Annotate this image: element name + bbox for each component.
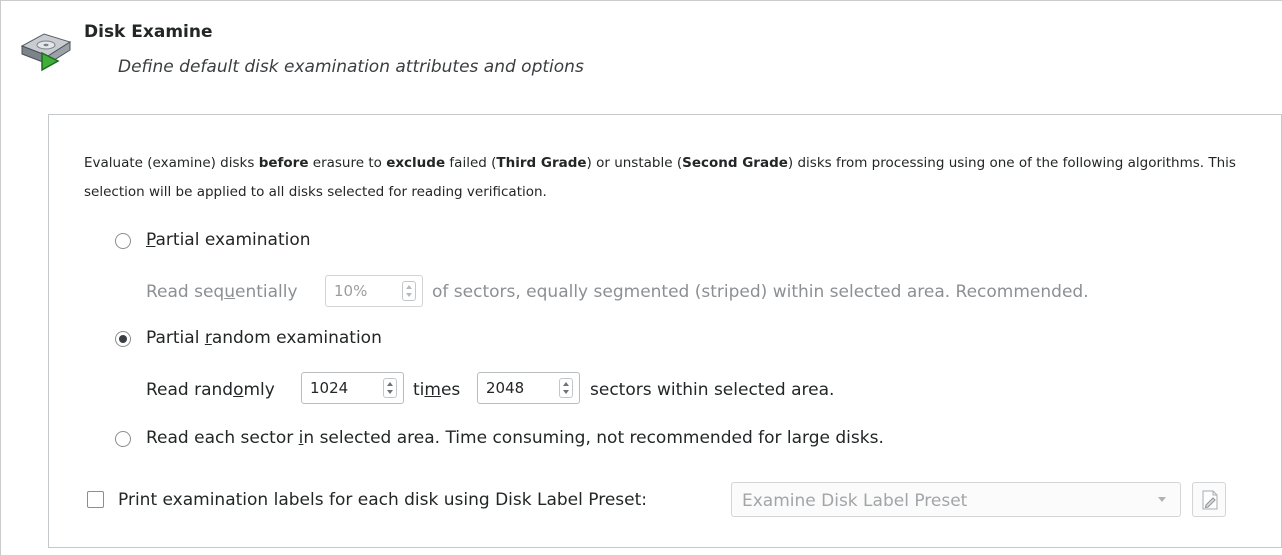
partial-random-examination-label[interactable]: Partial random examination [146,328,382,348]
label-preset-dropdown[interactable]: Examine Disk Label Preset [731,482,1181,517]
random-sectors-spinbox[interactable]: 2048 [477,372,580,404]
random-read-suffix: sectors within selected area. [590,380,835,400]
print-labels-checkbox[interactable] [87,491,104,508]
spin-arrows-icon[interactable] [559,378,573,398]
page-subtitle: Define default disk examination attribut… [118,57,584,77]
disk-play-icon [18,26,74,72]
partial-percent-spinbox[interactable]: 10% [325,275,423,307]
partial-percent-value: 10% [334,282,368,300]
full-examination-label[interactable]: Read each sector in selected area. Time … [146,428,884,448]
print-labels-label[interactable]: Print examination labels for each disk u… [118,490,647,510]
partial-read-suffix: of sectors, equally segmented (striped) … [432,282,1089,302]
random-sectors-value: 2048 [486,379,525,397]
partial-examination-radio[interactable] [115,233,131,249]
random-count-value: 1024 [310,379,349,397]
times-label: times [413,380,461,400]
full-examination-radio[interactable] [115,431,131,447]
page-title: Disk Examine [84,22,213,42]
random-read-label: Read randomly [146,380,275,400]
chevron-down-icon [1158,497,1166,502]
partial-random-examination-radio[interactable] [115,331,131,347]
edit-icon [1202,490,1218,510]
description-text: Evaluate (examine) disks before erasure … [84,155,1236,200]
spin-arrows-icon[interactable] [402,281,416,301]
label-preset-value: Examine Disk Label Preset [742,491,968,511]
partial-read-label: Read sequentially [146,282,298,302]
spin-arrows-icon[interactable] [383,378,397,398]
edit-preset-button[interactable] [1192,482,1226,517]
partial-examination-label[interactable]: Partial examination [146,230,311,250]
random-count-spinbox[interactable]: 1024 [301,372,404,404]
